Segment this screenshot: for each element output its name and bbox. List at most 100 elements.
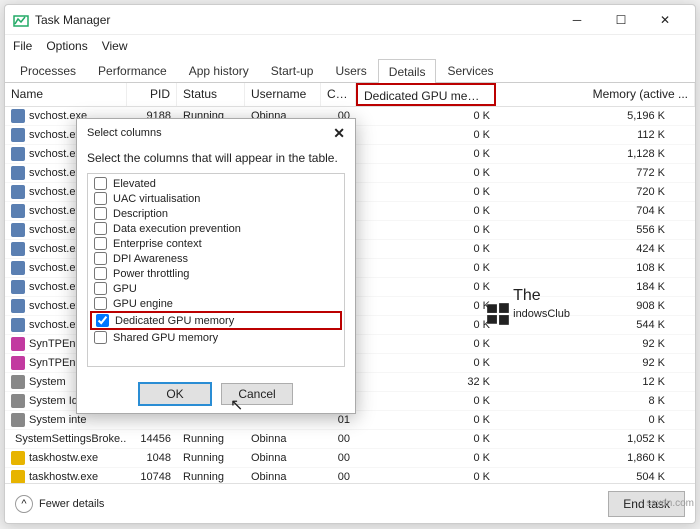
cancel-button[interactable]: Cancel [221, 383, 293, 405]
table-row[interactable]: SystemSettingsBroke...14456RunningObinna… [5, 430, 695, 449]
tab-app-history[interactable]: App history [178, 58, 260, 82]
column-option[interactable]: Shared GPU memory [90, 330, 342, 345]
dialog-close-button[interactable]: ✕ [333, 125, 345, 142]
tab-users[interactable]: Users [324, 58, 377, 82]
process-icon [11, 147, 25, 161]
column-checkbox[interactable] [94, 192, 107, 205]
cell-pid: 1048 [127, 451, 177, 465]
cell-gpu: 0 K [356, 128, 496, 142]
cell-gpu: 0 K [356, 166, 496, 180]
cell-name: taskhostw.exe [5, 469, 127, 483]
column-checkbox[interactable] [94, 177, 107, 190]
process-icon [11, 413, 25, 427]
column-checkbox[interactable] [94, 207, 107, 220]
process-icon [11, 356, 25, 370]
ok-button[interactable]: OK [139, 383, 211, 405]
column-checkbox[interactable] [94, 222, 107, 235]
window-title: Task Manager [35, 13, 110, 27]
cell-mem: 504 K [496, 470, 695, 483]
cell-gpu: 0 K [356, 261, 496, 275]
app-icon [13, 12, 29, 28]
column-checkbox[interactable] [94, 267, 107, 280]
tab-services[interactable]: Services [436, 58, 504, 82]
process-icon [11, 375, 25, 389]
col-dedicated-gpu-memory[interactable]: Dedicated GPU memory [356, 83, 496, 106]
process-icon [11, 280, 25, 294]
tab-processes[interactable]: Processes [9, 58, 87, 82]
column-label: GPU engine [113, 298, 173, 310]
columns-list[interactable]: Elevated UAC virtualisationDescriptionDat… [87, 173, 345, 367]
cell-gpu: 0 K [356, 223, 496, 237]
image-credit: ssxdn.com [646, 498, 694, 509]
column-option[interactable]: Elevated [90, 176, 342, 191]
cell-gpu: 0 K [356, 147, 496, 161]
chevron-up-icon: ^ [15, 495, 33, 513]
column-option[interactable]: GPU [90, 281, 342, 296]
column-checkbox[interactable] [94, 331, 107, 344]
titlebar: Task Manager ─ ☐ ✕ [5, 5, 695, 35]
cell-gpu: 32 K [356, 375, 496, 389]
cell-name: SystemSettingsBroke... [5, 431, 127, 447]
cell-mem: 720 K [496, 185, 695, 199]
column-checkbox[interactable] [94, 252, 107, 265]
tab-startup[interactable]: Start-up [260, 58, 325, 82]
column-option[interactable]: Power throttling [90, 266, 342, 281]
column-checkbox[interactable] [94, 297, 107, 310]
cell-gpu: 0 K [356, 451, 496, 465]
cell-mem: 772 K [496, 166, 695, 180]
column-label: Dedicated GPU memory [115, 315, 234, 327]
cell-gpu: 0 K [356, 432, 496, 446]
menu-file[interactable]: File [13, 39, 32, 53]
column-label: DPI Awareness [113, 253, 188, 265]
table-row[interactable]: taskhostw.exe10748RunningObinna000 K504 … [5, 468, 695, 483]
col-status[interactable]: Status [177, 83, 245, 106]
cell-gpu: 0 K [356, 337, 496, 351]
col-pid[interactable]: PID [127, 83, 177, 106]
cell-mem: 704 K [496, 204, 695, 218]
dialog-titlebar: Select columns ✕ [77, 119, 355, 147]
column-option[interactable]: GPU engine [90, 296, 342, 311]
col-username[interactable]: Username [245, 83, 321, 106]
col-memory[interactable]: Memory (active ... [496, 83, 695, 106]
cell-mem: 92 K [496, 337, 695, 351]
close-button[interactable]: ✕ [643, 6, 687, 34]
tab-details[interactable]: Details [378, 59, 437, 83]
column-option[interactable]: Data execution prevention [90, 221, 342, 236]
menu-options[interactable]: Options [46, 39, 87, 53]
column-label: UAC virtualisation [113, 193, 200, 205]
column-option[interactable]: UAC virtualisation [90, 191, 342, 206]
process-icon [11, 261, 25, 275]
process-icon [11, 223, 25, 237]
cell-mem: 112 K [496, 128, 695, 142]
cell-status: Running [177, 432, 245, 446]
cell-cpu: 00 [321, 451, 356, 465]
minimize-button[interactable]: ─ [555, 6, 599, 34]
column-option[interactable]: Dedicated GPU memory [90, 311, 342, 330]
column-option[interactable]: Enterprise context [90, 236, 342, 251]
column-label: Elevated [113, 178, 156, 190]
table-row[interactable]: taskhostw.exe1048RunningObinna000 K1,860… [5, 449, 695, 468]
col-cpu[interactable]: CPU [321, 83, 356, 106]
cell-mem: 1,128 K [496, 147, 695, 161]
column-checkbox[interactable] [94, 237, 107, 250]
process-icon [11, 185, 25, 199]
process-icon [11, 128, 25, 142]
column-label: Enterprise context [113, 238, 202, 250]
col-name[interactable]: Name [5, 83, 127, 106]
menu-view[interactable]: View [102, 39, 128, 53]
process-icon [11, 204, 25, 218]
cell-status: Running [177, 451, 245, 465]
cell-cpu: 00 [321, 432, 356, 446]
process-icon [11, 166, 25, 180]
column-option[interactable]: Description [90, 206, 342, 221]
process-icon [11, 394, 25, 408]
column-checkbox[interactable] [94, 282, 107, 295]
cell-name: taskhostw.exe [5, 450, 127, 466]
column-option[interactable]: DPI Awareness [90, 251, 342, 266]
column-checkbox[interactable] [96, 314, 109, 327]
fewer-details-button[interactable]: ^ Fewer details [15, 495, 104, 513]
cell-gpu: 0 K [356, 280, 496, 294]
tab-performance[interactable]: Performance [87, 58, 178, 82]
maximize-button[interactable]: ☐ [599, 6, 643, 34]
cell-gpu: 0 K [356, 394, 496, 408]
